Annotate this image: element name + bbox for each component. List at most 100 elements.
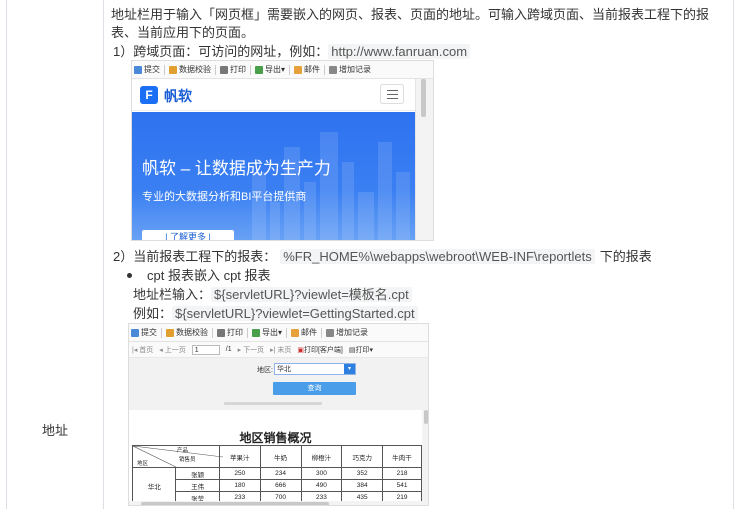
vertical-scrollbar[interactable] — [422, 410, 428, 505]
toolbar-mail[interactable]: 邮件 — [291, 327, 317, 338]
toolbar-add-record[interactable]: 增加记录 — [326, 327, 368, 338]
region-label: 地区: — [257, 367, 273, 374]
hero-learn-more-button[interactable]: | 了解更多 | — [142, 230, 234, 240]
hero-subtitle: 专业的大数据分析和BI平台提供商 — [142, 191, 307, 203]
toolbar-validate[interactable]: 数据校验 — [169, 64, 211, 75]
print-button[interactable]: ▤打印▾ — [349, 345, 373, 355]
report-toolbar: 提交 数据校验 打印 导出 ▾ 邮件 增加记录 — [129, 324, 428, 342]
iframe-preview-report: 提交 数据校验 打印 导出 ▾ 邮件 增加记录 |◂ 首页 ◂ 上一页 1 /1 … — [128, 323, 429, 506]
item-cross-domain: 1）跨域页面：可访问的网址，例如： http://www.fanruan.com — [113, 43, 471, 61]
diagonal-header-cell: 产品 销售员 地区 — [132, 445, 223, 468]
value-cell: 384 — [341, 479, 384, 492]
print-icon — [217, 328, 225, 337]
header-salesman: 销售员 — [179, 457, 196, 463]
value-cell: 180 — [218, 479, 261, 492]
value-cell: 218 — [382, 467, 422, 480]
pager-first[interactable]: |◂ 首页 — [132, 345, 153, 355]
report-body: 地区销售概况 产品 销售员 地区 苹果汁 牛奶 柳橙汁 巧克力 牛肉干 华北 张… — [129, 410, 422, 505]
column-header: 柳橙汁 — [300, 445, 343, 468]
toolbar-mail[interactable]: 邮件 — [294, 64, 320, 75]
bullet-text: cpt 报表嵌入 cpt 报表 — [147, 268, 271, 283]
value-cell: 490 — [300, 479, 343, 492]
addr-input-code: ${servletURL}?viewlet=模板名.cpt — [211, 287, 412, 302]
add-record-icon — [326, 328, 335, 337]
print-icon — [220, 65, 228, 74]
example-url: http://www.fanruan.com — [328, 44, 471, 59]
column-divider — [103, 0, 104, 509]
site-header: F 帆软 — [132, 79, 415, 111]
query-button[interactable]: 查询 — [273, 382, 356, 395]
column-header: 巧克力 — [341, 445, 384, 468]
reportlets-path: %FR_HOME%\webapps\webroot\WEB-INF\report… — [280, 249, 595, 264]
value-cell: 234 — [259, 467, 302, 480]
export-icon — [252, 328, 260, 337]
print-client-button[interactable]: ▣打印[客户端] — [297, 345, 343, 355]
table-label-cell: 地址 — [7, 0, 103, 509]
scrollbar-thumb[interactable] — [421, 79, 426, 117]
table-row: 王伟 180 666 490 384 541 — [133, 479, 422, 492]
vertical-scrollbar[interactable] — [415, 79, 433, 240]
item-report-project: 2）当前报表工程下的报表： %FR_HOME%\webapps\webroot\W… — [113, 248, 652, 266]
page-number-input[interactable]: 1 — [191, 344, 220, 355]
toolbar-export[interactable]: 导出 ▾ — [252, 327, 282, 338]
example-code: ${servletURL}?viewlet=GettingStarted.cpt — [172, 306, 418, 321]
toolbar-add-record[interactable]: 增加记录 — [329, 64, 371, 75]
add-record-icon — [329, 65, 338, 74]
hero-title: 帆软 – 让数据成为生产力 — [142, 159, 331, 178]
example-line: 例如： ${servletURL}?viewlet=GettingStarted.… — [133, 305, 418, 323]
page-total: /1 — [225, 346, 232, 353]
description-cell: 地址栏用于输入「网页框」需要嵌入的网页、报表、页面的地址。可输入跨域页面、当前报… — [111, 6, 721, 42]
value-cell: 250 — [218, 467, 261, 480]
column-header: 牛肉干 — [382, 445, 422, 468]
scrollbar-thumb[interactable] — [141, 502, 329, 505]
column-header: 牛奶 — [259, 445, 302, 468]
addr-input-line: 地址栏输入： ${servletURL}?viewlet=模板名.cpt — [133, 286, 412, 304]
item-report-suffix: 下的报表 — [599, 249, 652, 264]
sales-table: 产品 销售员 地区 苹果汁 牛奶 柳橙汁 巧克力 牛肉干 华北 张颖 250 2… — [131, 445, 422, 504]
parameter-panel: 地区: 华北 ▾ 查询 — [129, 358, 428, 410]
pager-next[interactable]: ▸ 下一页 — [238, 345, 264, 355]
toolbar-submit[interactable]: 提交 — [131, 327, 157, 338]
site-hero: 帆软 – 让数据成为生产力 专业的大数据分析和BI平台提供商 | 了解更多 | — [132, 112, 415, 240]
table-row: 华北 张颖 250 234 300 352 218 — [131, 467, 422, 504]
export-icon — [255, 65, 263, 74]
toolbar-export[interactable]: 导出 ▾ — [255, 64, 285, 75]
region-cell: 华北 — [131, 467, 177, 504]
scrollbar-thumb[interactable] — [424, 410, 428, 424]
region-select[interactable]: 华北 ▾ — [274, 363, 356, 375]
item-report-label: 2）当前报表工程下的报表： — [113, 249, 277, 264]
panel-splitter[interactable] — [224, 402, 322, 405]
horizontal-scrollbar[interactable] — [129, 501, 422, 505]
item-cross-domain-label: 1）跨域页面：可访问的网址，例如： — [113, 44, 329, 59]
fanruan-logo-icon: F — [140, 86, 158, 104]
description-text: 地址栏用于输入「网页框」需要嵌入的网页、报表、页面的地址。可输入跨域页面、当前报… — [111, 7, 710, 40]
toolbar-print[interactable]: 打印 — [217, 327, 243, 338]
header-region: 地区 — [137, 461, 149, 467]
validate-icon — [169, 65, 177, 74]
value-cell: 300 — [300, 467, 343, 480]
example-label: 例如： — [133, 306, 173, 321]
site-brand: 帆软 — [164, 88, 192, 104]
report-toolbar: 提交 数据校验 打印 导出 ▾ 邮件 增加记录 — [132, 61, 433, 79]
value-cell: 666 — [259, 479, 302, 492]
chevron-down-icon[interactable]: ▾ — [344, 364, 355, 374]
hamburger-menu-icon[interactable] — [380, 84, 404, 104]
toolbar-validate[interactable]: 数据校验 — [166, 327, 208, 338]
pager-bar: |◂ 首页 ◂ 上一页 1 /1 ▸ 下一页 ▸| 末页 ▣打印[客户端] ▤打… — [129, 342, 428, 358]
region-select-value: 华北 — [277, 366, 291, 373]
validate-icon — [166, 328, 174, 337]
salesman-cell: 王伟 — [175, 479, 220, 492]
report-title: 地区销售概况 — [239, 431, 312, 445]
pager-last[interactable]: ▸| 末页 — [270, 345, 291, 355]
toolbar-submit[interactable]: 提交 — [134, 64, 160, 75]
table-header-row: 产品 销售员 地区 苹果汁 牛奶 柳橙汁 巧克力 牛肉干 — [132, 445, 422, 468]
mail-icon — [291, 328, 300, 337]
mail-icon — [294, 65, 303, 74]
iframe-preview-website: 提交 数据校验 打印 导出 ▾ 邮件 增加记录 F 帆软 帆软 – 让数据成为生产… — [131, 60, 434, 241]
bullet-dot — [127, 273, 132, 278]
value-cell: 352 — [341, 467, 384, 480]
column-header: 苹果汁 — [218, 445, 261, 468]
toolbar-print[interactable]: 打印 — [220, 64, 246, 75]
pager-prev[interactable]: ◂ 上一页 — [159, 345, 185, 355]
addr-input-label: 地址栏输入： — [133, 287, 212, 302]
